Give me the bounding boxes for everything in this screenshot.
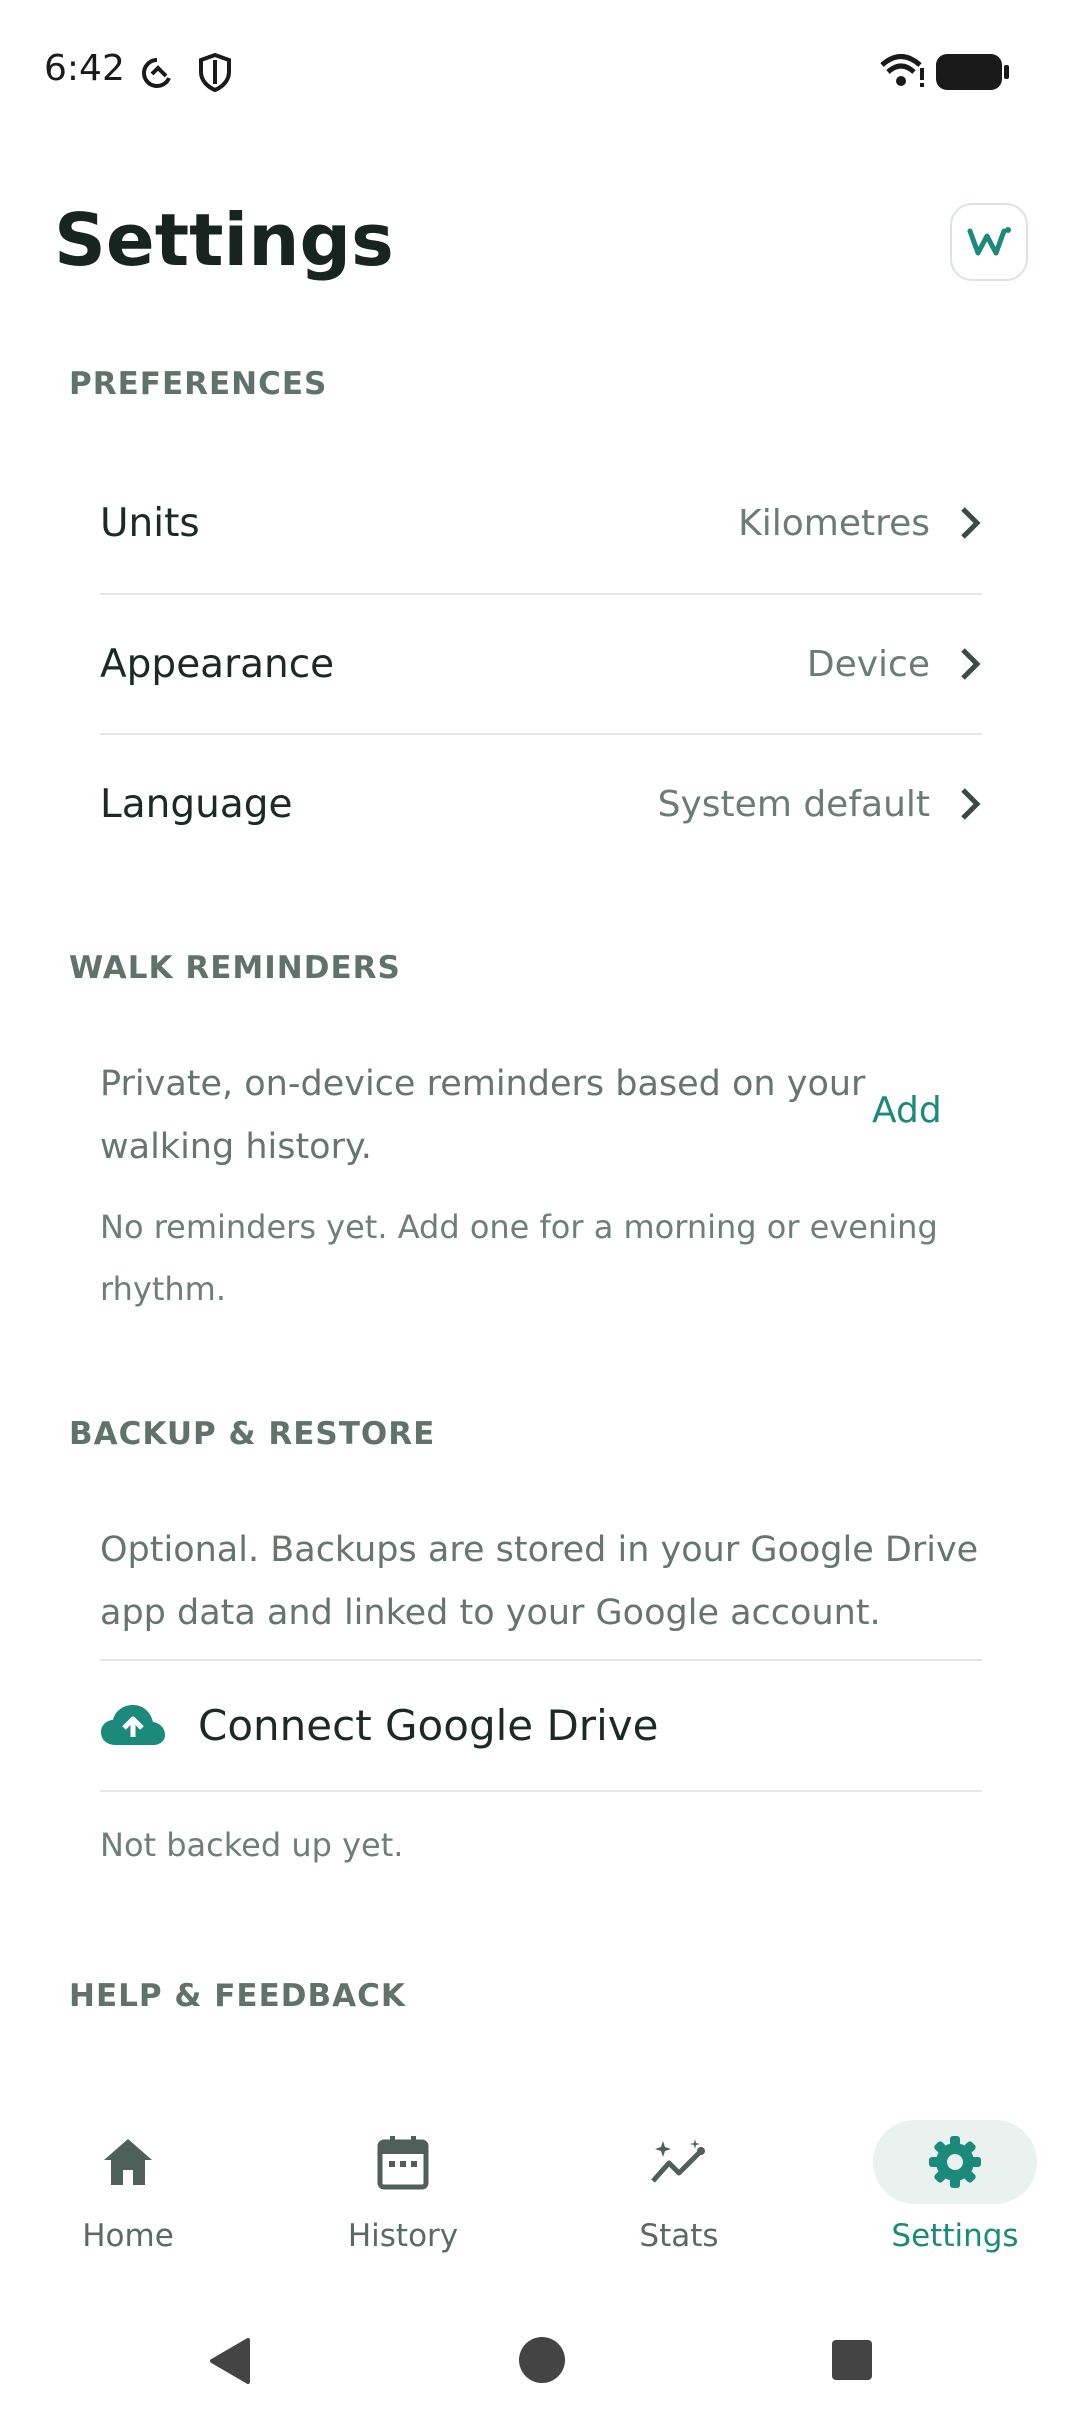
page-title: Settings: [54, 198, 394, 282]
status-bar: 6:42: [0, 0, 1080, 140]
recents-icon[interactable]: [830, 2338, 874, 2382]
nav-history[interactable]: History: [318, 2110, 488, 2280]
wifi-icon: [880, 54, 924, 87]
nav-history-label: History: [347, 2218, 459, 2254]
nav-settings-label: Settings: [891, 2218, 1019, 2254]
gear-icon: [929, 2136, 981, 2188]
shield-icon: [199, 52, 231, 92]
chevron-right-icon: [961, 648, 981, 680]
home-icon: [104, 2139, 152, 2185]
nav-home[interactable]: Home: [43, 2110, 213, 2280]
reminders-empty-state: No reminders yet. Add one for a morning …: [100, 1208, 938, 1308]
nav-home-label: Home: [82, 2218, 174, 2254]
language-row[interactable]: Language System default: [100, 734, 982, 874]
back-icon[interactable]: [208, 2336, 252, 2386]
connect-google-drive-label: Connect Google Drive: [198, 1700, 659, 1750]
backup-status: Not backed up yet.: [100, 1826, 404, 1864]
units-label: Units: [100, 500, 200, 546]
calendar-icon: [377, 2136, 429, 2190]
do-not-disturb-icon: [142, 58, 171, 88]
language-value: System default: [657, 783, 930, 825]
bottom-navigation: Home History Stats Settings: [0, 2110, 1080, 2280]
chevron-right-icon: [961, 507, 981, 539]
walk-reminders-header: WALK REMINDERS: [69, 950, 401, 986]
connect-google-drive-button[interactable]: Connect Google Drive: [100, 1660, 982, 1790]
appearance-label: Appearance: [100, 641, 335, 687]
nav-stats-label: Stats: [639, 2218, 719, 2254]
nav-stats[interactable]: Stats: [594, 2110, 764, 2280]
divider: [100, 1790, 982, 1792]
backup-header: BACKUP & RESTORE: [69, 1416, 436, 1452]
units-value: Kilometres: [738, 502, 930, 544]
status-time: 6:42: [44, 48, 125, 89]
app-logo-button[interactable]: [950, 203, 1028, 281]
backup-description: Optional. Backups are stored in your Goo…: [100, 1530, 979, 1633]
add-reminder-button[interactable]: Add: [872, 1090, 942, 1131]
chevron-right-icon: [961, 788, 981, 820]
cloud-upload-icon: [101, 1705, 165, 1745]
appearance-value: Device: [806, 643, 930, 685]
appearance-row[interactable]: Appearance Device: [100, 594, 982, 734]
stats-icon: [651, 2139, 705, 2183]
home-button-icon[interactable]: [518, 2336, 566, 2384]
units-row[interactable]: Units Kilometres: [100, 453, 982, 593]
battery-icon: [936, 54, 1009, 90]
system-navigation-bar: [0, 2300, 1080, 2424]
reminders-description: Private, on-device reminders based on yo…: [100, 1064, 866, 1167]
app-logo-icon: [967, 227, 1011, 256]
preferences-header: PREFERENCES: [69, 366, 328, 402]
nav-settings[interactable]: Settings: [870, 2110, 1040, 2280]
help-feedback-header: HELP & FEEDBACK: [69, 1978, 406, 2014]
language-label: Language: [100, 781, 293, 827]
